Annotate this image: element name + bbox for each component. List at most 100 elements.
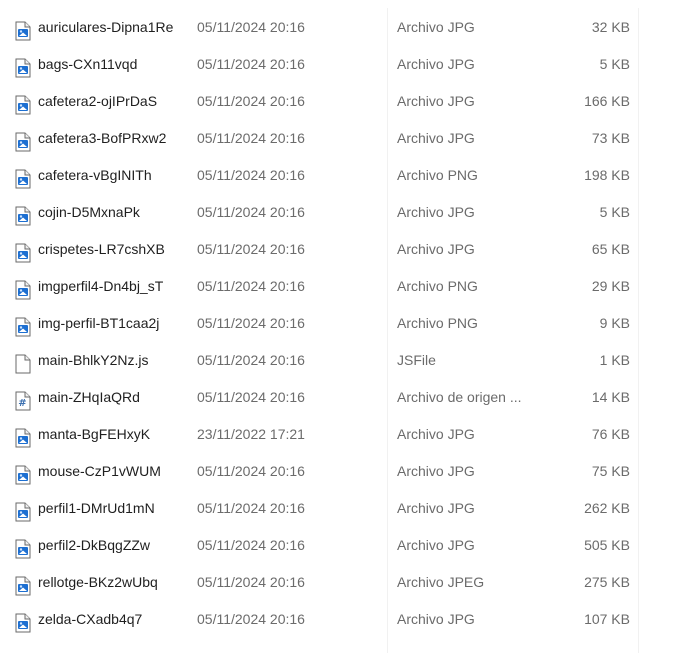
file-row[interactable]: main-BhlkY2Nz.js 05/11/2024 20:16 JSFile 1 … bbox=[0, 342, 675, 379]
file-row[interactable]: perfil2-DkBqgZZw 05/11/2024 20:16 Archivo … bbox=[0, 527, 675, 564]
file-type: Archivo JPG bbox=[397, 426, 475, 442]
file-date-modified: 05/11/2024 20:16 bbox=[197, 241, 305, 257]
file-row[interactable]: img-perfil-BT1caa2j 05/11/2024 20:16 Archi… bbox=[0, 305, 675, 342]
file-date-modified: 05/11/2024 20:16 bbox=[197, 167, 305, 183]
file-date-modified: 05/11/2024 20:16 bbox=[197, 93, 305, 109]
file-name[interactable]: rellotge-BKz2wUbq bbox=[38, 564, 186, 601]
file-name[interactable]: imgperfil4-Dn4bj_sT bbox=[38, 268, 186, 305]
file-type: Archivo JPEG bbox=[397, 574, 485, 590]
image-file-icon bbox=[15, 536, 31, 559]
file-size: 75 KB bbox=[591, 463, 630, 479]
file-name[interactable]: manta-BgFEHxyK bbox=[38, 416, 186, 453]
image-file-icon bbox=[15, 462, 31, 485]
file-date-modified: 05/11/2024 20:16 bbox=[197, 19, 305, 35]
file-row[interactable]: perfil1-DMrUd1mN 05/11/2024 20:16 Archivo … bbox=[0, 490, 675, 527]
file-row[interactable]: manta-BgFEHxyK 23/11/2022 17:21 Archivo JP… bbox=[0, 416, 675, 453]
file-row[interactable]: imgperfil4-Dn4bj_sT 05/11/2024 20:16 Archi… bbox=[0, 268, 675, 305]
file-type: Archivo JPG bbox=[397, 463, 475, 479]
image-file-icon bbox=[15, 277, 31, 300]
file-row[interactable]: cafetera3-BofPRxw2 05/11/2024 20:16 Archiv… bbox=[0, 120, 675, 157]
blank-file-icon bbox=[15, 351, 31, 374]
file-name[interactable]: img-perfil-BT1caa2j bbox=[38, 305, 186, 342]
image-file-icon bbox=[15, 203, 31, 226]
file-name[interactable]: perfil1-DMrUd1mN bbox=[38, 490, 186, 527]
file-date-modified: 05/11/2024 20:16 bbox=[197, 574, 305, 590]
file-size: 32 KB bbox=[591, 19, 630, 35]
file-name[interactable]: main-ZHqIaQRd bbox=[38, 379, 186, 416]
file-size: 29 KB bbox=[591, 278, 630, 294]
file-row[interactable]: mouse-CzP1vWUM 05/11/2024 20:16 Archivo JP… bbox=[0, 453, 675, 490]
file-name[interactable]: perfil2-DkBqgZZw bbox=[38, 527, 186, 564]
file-row[interactable]: zelda-CXadb4q7 05/11/2024 20:16 Archivo JP… bbox=[0, 601, 675, 638]
file-name[interactable]: cafetera-vBgINITh bbox=[38, 157, 186, 194]
image-file-icon bbox=[15, 573, 31, 596]
image-file-icon bbox=[15, 92, 31, 115]
file-row[interactable]: rellotge-BKz2wUbq 05/11/2024 20:16 Archivo… bbox=[0, 564, 675, 601]
image-file-icon bbox=[15, 55, 31, 78]
file-name[interactable]: cafetera2-ojIPrDaS bbox=[38, 83, 186, 120]
image-file-icon bbox=[15, 499, 31, 522]
file-date-modified: 05/11/2024 20:16 bbox=[197, 56, 305, 72]
file-row[interactable]: cojin-D5MxnaPk 05/11/2024 20:16 Archivo JP… bbox=[0, 194, 675, 231]
file-size: 5 KB bbox=[599, 56, 630, 72]
file-date-modified: 05/11/2024 20:16 bbox=[197, 315, 305, 331]
file-type: Archivo JPG bbox=[397, 130, 475, 146]
file-size: 275 KB bbox=[584, 574, 630, 590]
file-name[interactable]: mouse-CzP1vWUM bbox=[38, 453, 186, 490]
file-date-modified: 05/11/2024 20:16 bbox=[197, 130, 305, 146]
file-type: Archivo JPG bbox=[397, 241, 475, 257]
file-type: Archivo JPG bbox=[397, 204, 475, 220]
file-name[interactable]: cojin-D5MxnaPk bbox=[38, 194, 186, 231]
file-type: Archivo PNG bbox=[397, 315, 478, 331]
file-size: 1 KB bbox=[599, 352, 630, 368]
file-size: 505 KB bbox=[584, 537, 630, 553]
file-name[interactable]: crispetes-LR7cshXB bbox=[38, 231, 186, 268]
file-name[interactable]: cafetera3-BofPRxw2 bbox=[38, 120, 186, 157]
file-date-modified: 05/11/2024 20:16 bbox=[197, 611, 305, 627]
image-file-icon bbox=[15, 425, 31, 448]
file-type: Archivo PNG bbox=[397, 278, 478, 294]
svg-text:#: # bbox=[18, 398, 26, 409]
file-date-modified: 05/11/2024 20:16 bbox=[197, 204, 305, 220]
source-file-icon: # bbox=[15, 388, 31, 411]
file-name[interactable]: bags-CXn11vqd bbox=[38, 46, 186, 83]
file-list: auriculares-Dipna1Re 05/11/2024 20:16 Arch… bbox=[0, 9, 675, 638]
file-row[interactable]: auriculares-Dipna1Re 05/11/2024 20:16 Arch… bbox=[0, 9, 675, 46]
file-name[interactable]: auriculares-Dipna1Re bbox=[38, 9, 186, 46]
file-size: 9 KB bbox=[599, 315, 630, 331]
image-file-icon bbox=[15, 166, 31, 189]
file-date-modified: 05/11/2024 20:16 bbox=[197, 500, 305, 516]
file-type: Archivo PNG bbox=[397, 167, 478, 183]
file-type: Archivo JPG bbox=[397, 500, 475, 516]
file-date-modified: 23/11/2022 17:21 bbox=[197, 426, 305, 442]
file-type: Archivo de origen ... bbox=[397, 389, 522, 405]
file-type: Archivo JPG bbox=[397, 56, 475, 72]
file-size: 5 KB bbox=[599, 204, 630, 220]
file-name[interactable]: zelda-CXadb4q7 bbox=[38, 601, 186, 638]
file-type: Archivo JPG bbox=[397, 19, 475, 35]
file-date-modified: 05/11/2024 20:16 bbox=[197, 278, 305, 294]
image-file-icon bbox=[15, 240, 31, 263]
file-type: JSFile bbox=[397, 352, 436, 368]
file-name[interactable]: main-BhlkY2Nz.js bbox=[38, 342, 186, 379]
file-row[interactable]: cafetera-vBgINITh 05/11/2024 20:16 Archivo… bbox=[0, 157, 675, 194]
file-row[interactable]: cafetera2-ojIPrDaS 05/11/2024 20:16 Archiv… bbox=[0, 83, 675, 120]
file-type: Archivo JPG bbox=[397, 93, 475, 109]
file-size: 166 KB bbox=[584, 93, 630, 109]
file-row[interactable]: bags-CXn11vqd 05/11/2024 20:16 Archivo JPG… bbox=[0, 46, 675, 83]
file-type: Archivo JPG bbox=[397, 611, 475, 627]
file-row[interactable]: crispetes-LR7cshXB 05/11/2024 20:16 Archiv… bbox=[0, 231, 675, 268]
file-size: 65 KB bbox=[591, 241, 630, 257]
file-date-modified: 05/11/2024 20:16 bbox=[197, 537, 305, 553]
image-file-icon bbox=[15, 18, 31, 41]
file-size: 262 KB bbox=[584, 500, 630, 516]
file-type: Archivo JPG bbox=[397, 537, 475, 553]
file-date-modified: 05/11/2024 20:16 bbox=[197, 463, 305, 479]
file-size: 198 KB bbox=[584, 167, 630, 183]
file-row[interactable]: # main-ZHqIaQRd 05/11/2024 20:16 Archivo de… bbox=[0, 379, 675, 416]
file-size: 73 KB bbox=[591, 130, 630, 146]
file-size: 76 KB bbox=[591, 426, 630, 442]
file-size: 14 KB bbox=[591, 389, 630, 405]
image-file-icon bbox=[15, 314, 31, 337]
file-date-modified: 05/11/2024 20:16 bbox=[197, 389, 305, 405]
